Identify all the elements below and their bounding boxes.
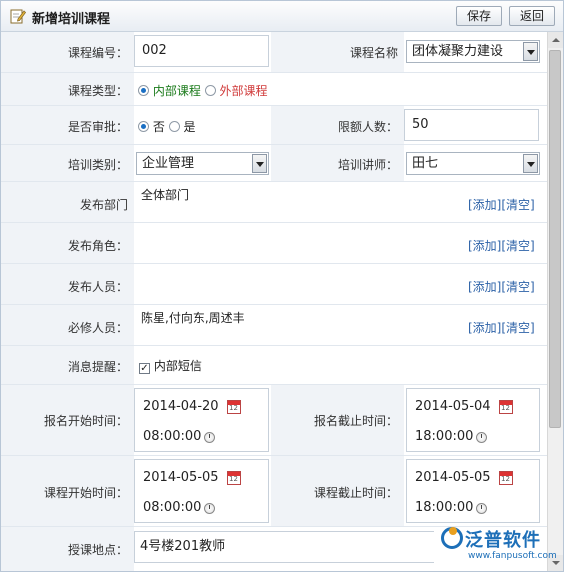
required-person-add-link[interactable]: [添加] [468,321,501,335]
vertical-scrollbar[interactable] [547,32,563,571]
back-button[interactable]: 返回 [509,6,555,26]
course-name-select[interactable]: 团体凝聚力建设 [406,40,540,63]
chevron-down-icon[interactable] [523,154,538,173]
publish-person-label: 发布人员： [67,280,128,294]
save-button[interactable]: 保存 [456,6,502,26]
course-type-radios: 内部课程 外部课程 [138,82,538,98]
course-end-label: 课程截止时间： [313,486,398,500]
form-row: 是否审批： 否 是 限额人数： 50 [1,106,547,145]
calendar-icon[interactable] [227,471,241,485]
course-start-field[interactable]: 2014-05-05 08:00:00 [134,459,269,523]
form-row: 课程编号： 002 课程名称 团体凝聚力建设 [1,32,547,73]
radio-yes-label[interactable]: 是 [184,120,196,134]
clock-icon[interactable] [204,503,215,514]
quota-label: 限额人数： [337,120,398,134]
enroll-start-label: 报名开始时间： [43,414,128,428]
enroll-start-field[interactable]: 2014-04-20 08:00:00 [134,388,269,452]
page-title: 新增培训课程 [32,12,111,27]
dialog-window: 新增培训课程 保存 返回 课程编号： 002 课程名称 团体凝聚力建设 课程类型… [0,0,564,572]
enroll-end-label: 报名截止时间： [313,414,398,428]
clock-icon[interactable] [476,503,487,514]
chevron-down-icon[interactable] [523,42,538,61]
lecturer-label: 培训讲师： [337,158,398,172]
location-input[interactable]: 4号楼201教师 [134,531,434,563]
publish-role-label: 发布角色： [67,239,128,253]
sms-checkbox-label[interactable]: 内部短信 [154,359,202,373]
edit-icon [10,9,26,24]
calendar-icon[interactable] [499,471,513,485]
course-end-date[interactable]: 2014-05-05 [415,470,491,485]
course-name-label: 课程名称 [349,46,398,60]
course-start-label: 课程开始时间： [43,486,128,500]
approval-label: 是否审批： [67,120,128,134]
scroll-up-icon[interactable] [548,32,563,48]
course-no-label: 课程编号： [67,46,128,60]
enroll-end-date[interactable]: 2014-05-04 [415,399,491,414]
form-row: 消息提醒： ✓ 内部短信 [1,346,547,385]
form-row: 发布人员： [添加][清空] [1,264,547,305]
form-row: 课程类型： 内部课程 外部课程 [1,73,547,106]
publish-person-clear-link[interactable]: [清空] [501,280,534,294]
enroll-start-date[interactable]: 2014-04-20 [143,399,219,414]
radio-yes[interactable] [168,121,180,132]
publish-dept-clear-link[interactable]: [清空] [501,198,534,212]
course-type-label: 课程类型： [67,84,128,98]
form-row: 发布部门 全体部门 [添加][清空] [1,182,547,223]
publish-person-add-link[interactable]: [添加] [468,280,501,294]
enroll-start-time[interactable]: 08:00:00 [143,429,201,444]
radio-external-label[interactable]: 外部课程 [220,84,268,98]
enroll-end-time[interactable]: 18:00:00 [415,429,473,444]
required-person-label: 必修人员： [67,321,128,335]
brand-logo-icon [441,527,463,549]
required-person-clear-link[interactable]: [清空] [501,321,534,335]
location-label: 授课地点： [67,543,128,557]
brand-watermark: 泛普软件 www.fanpusoft.com [433,524,561,570]
radio-external[interactable] [204,85,216,96]
form-row: 发布角色： [添加][清空] [1,223,547,264]
reminder-label: 消息提醒： [67,360,128,374]
publish-dept-label: 发布部门 [79,198,128,212]
course-start-time[interactable]: 08:00:00 [143,500,201,515]
enroll-end-field[interactable]: 2014-05-04 18:00:00 [406,388,540,452]
required-person-value: 陈星,付向东,周述丰 [141,309,441,327]
course-end-field[interactable]: 2014-05-05 18:00:00 [406,459,540,523]
course-end-time[interactable]: 18:00:00 [415,500,473,515]
scroll-thumb[interactable] [549,50,561,428]
radio-internal[interactable] [138,85,149,96]
category-select[interactable]: 企业管理 [136,152,269,175]
title-bar: 新增培训课程 保存 返回 [1,1,563,32]
brand-url: www.fanpusoft.com [468,551,557,561]
publish-role-clear-link[interactable]: [清空] [501,239,534,253]
calendar-icon[interactable] [227,400,241,414]
quota-input[interactable]: 50 [404,109,539,141]
calendar-icon[interactable] [499,400,513,414]
lecturer-select[interactable]: 田七 [406,152,540,175]
category-label: 培训类别： [67,158,128,172]
course-no-input[interactable]: 002 [134,35,269,67]
form-row: 培训类别： 企业管理 培训讲师： 田七 [1,145,547,182]
clock-icon[interactable] [476,432,487,443]
form-row: 必修人员： 陈星,付向东,周述丰 [添加][清空] [1,305,547,346]
publish-role-add-link[interactable]: [添加] [468,239,501,253]
form-row: 报名开始时间： 2014-04-20 08:00:00 报名截止时间： 2014… [1,385,547,456]
chevron-down-icon[interactable] [252,154,267,173]
clock-icon[interactable] [204,432,215,443]
radio-no-label[interactable]: 否 [153,120,165,134]
publish-dept-value: 全体部门 [141,186,441,204]
radio-no[interactable] [138,121,149,132]
sms-checkbox[interactable]: ✓ [139,363,150,374]
course-start-date[interactable]: 2014-05-05 [143,470,219,485]
publish-dept-add-link[interactable]: [添加] [468,198,501,212]
form-row: 课程开始时间： 2014-05-05 08:00:00 课程截止时间： 2014… [1,456,547,527]
radio-internal-label[interactable]: 内部课程 [153,84,201,98]
approval-radios: 否 是 [138,118,268,134]
brand-name: 泛普软件 [465,530,541,551]
